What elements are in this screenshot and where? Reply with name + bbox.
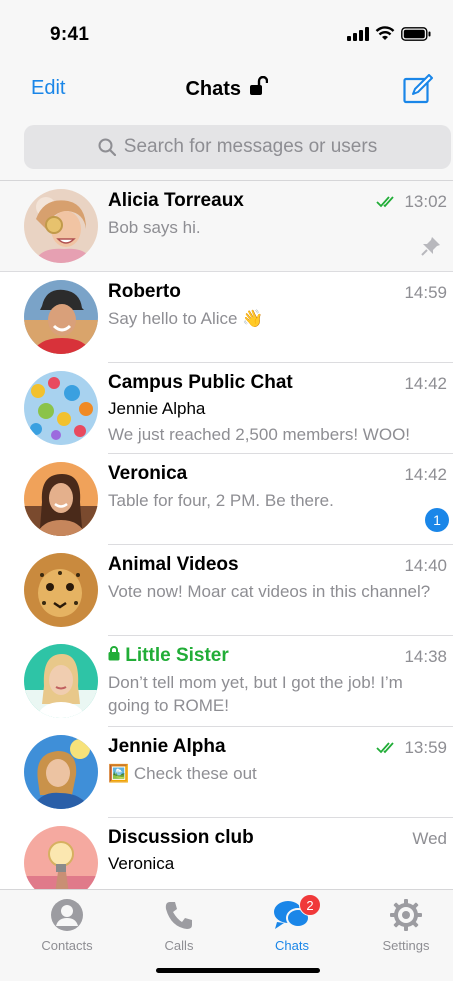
avatar: [24, 462, 98, 536]
compose-icon: [403, 74, 433, 104]
chats-icon: 2: [247, 894, 337, 934]
tab-label: Contacts: [41, 938, 93, 953]
pin-icon: [421, 237, 440, 256]
tab-contacts[interactable]: Contacts: [22, 896, 112, 953]
chat-row-jennie-alpha[interactable]: Jennie Alpha 13:59 🖼️ Check these out: [0, 727, 453, 818]
unread-badge: 1: [425, 508, 449, 532]
home-indicator[interactable]: [156, 968, 320, 973]
status-time: 9:41: [50, 24, 90, 45]
chat-time: 14:38: [404, 647, 447, 666]
search-placeholder: Search for messages or users: [123, 136, 378, 157]
signal-icon: [347, 26, 369, 41]
chat-name: Roberto: [108, 281, 181, 302]
chat-name: Discussion club: [108, 827, 254, 848]
settings-icon: [361, 896, 451, 934]
chat-name: Veronica: [108, 463, 188, 484]
secret-chat-lock-icon: [108, 646, 120, 661]
chat-preview: Don’t tell mom yet, but I got the job! I…: [108, 673, 403, 715]
search-area: Search for messages or users: [0, 118, 453, 181]
page-title: Chats: [185, 78, 242, 100]
chat-time: 13:59: [376, 738, 447, 758]
chat-name: Animal Videos: [108, 554, 239, 575]
chat-row-campus-public-chat[interactable]: Campus Public Chat 14:42 Jennie Alpha We…: [0, 363, 453, 454]
chat-time: Wed: [412, 829, 447, 848]
search-input[interactable]: Search for messages or users: [24, 125, 451, 169]
avatar: [24, 280, 98, 354]
chat-name: Little Sister: [108, 645, 229, 667]
tab-calls[interactable]: Calls: [134, 896, 224, 953]
chat-time-text: 13:59: [404, 738, 447, 757]
chat-time: 14:42: [404, 374, 447, 393]
chat-name: Alicia Torreaux: [108, 190, 244, 211]
tab-label: Chats: [275, 938, 309, 953]
wifi-icon: [375, 26, 395, 40]
compose-button[interactable]: [403, 74, 433, 104]
avatar: [24, 371, 98, 445]
double-check-icon: [376, 196, 395, 208]
battery-icon: [401, 26, 431, 41]
tab-label: Settings: [382, 938, 430, 953]
chat-preview: 🖼️ Check these out: [108, 764, 257, 783]
nav-title-wrap: Chats: [0, 75, 453, 101]
tab-settings[interactable]: Settings: [361, 896, 451, 953]
chat-time: 14:42: [404, 465, 447, 484]
chat-row-little-sister[interactable]: Little Sister 14:38 Don’t tell mom yet, …: [0, 636, 453, 727]
chat-time: 14:59: [404, 283, 447, 302]
avatar: [24, 553, 98, 627]
chat-sender: Jennie Alpha: [108, 399, 206, 418]
chat-row-roberto[interactable]: Roberto 14:59 Say hello to Alice 👋: [0, 272, 453, 363]
avatar: [24, 826, 98, 889]
contacts-icon: [22, 896, 112, 934]
chat-row-discussion-club[interactable]: Discussion club Wed Veronica @ 96: [0, 818, 453, 889]
chat-row-alicia-torreaux[interactable]: Alicia Torreaux 13:02 Bob says hi.: [0, 181, 453, 272]
chat-time: 13:02: [376, 192, 447, 212]
chat-time-text: 13:02: [404, 192, 447, 211]
chat-preview: Say hello to Alice 👋: [108, 309, 264, 328]
avatar: [24, 644, 98, 718]
status-icons: [347, 26, 431, 41]
tab-label: Calls: [164, 938, 194, 953]
avatar: [24, 189, 98, 263]
calls-icon: [134, 896, 224, 934]
status-bar: 9:41: [0, 0, 453, 66]
chat-name-text: Little Sister: [125, 645, 229, 666]
tab-bar: Contacts Calls 2 Chats Settings: [0, 889, 453, 981]
chat-sender: Veronica: [108, 854, 175, 873]
tab-chats[interactable]: 2 Chats: [247, 894, 337, 953]
double-check-icon: [376, 742, 395, 754]
chat-row-veronica[interactable]: Veronica 14:42 Table for four, 2 PM. Be …: [0, 454, 453, 545]
chat-name: Campus Public Chat: [108, 372, 293, 393]
chat-preview: Table for four, 2 PM. Be there.: [108, 491, 334, 510]
search-icon: [98, 138, 116, 156]
passcode-lock-icon[interactable]: [249, 75, 268, 101]
nav-bar: Edit Chats: [0, 66, 453, 118]
chat-name: Jennie Alpha: [108, 736, 226, 757]
chat-time: 14:40: [404, 556, 447, 575]
chat-preview: Vote now! Moar cat videos in this channe…: [108, 582, 431, 601]
avatar: [24, 735, 98, 809]
chat-preview: We just reached 2,500 members! WOO!: [108, 425, 411, 444]
chat-preview: Bob says hi.: [108, 218, 201, 237]
chat-row-animal-videos[interactable]: Animal Videos 14:40 Vote now! Moar cat v…: [0, 545, 453, 636]
chat-list: Alicia Torreaux 13:02 Bob says hi. Rober…: [0, 181, 453, 889]
chats-tab-badge: 2: [299, 894, 321, 916]
